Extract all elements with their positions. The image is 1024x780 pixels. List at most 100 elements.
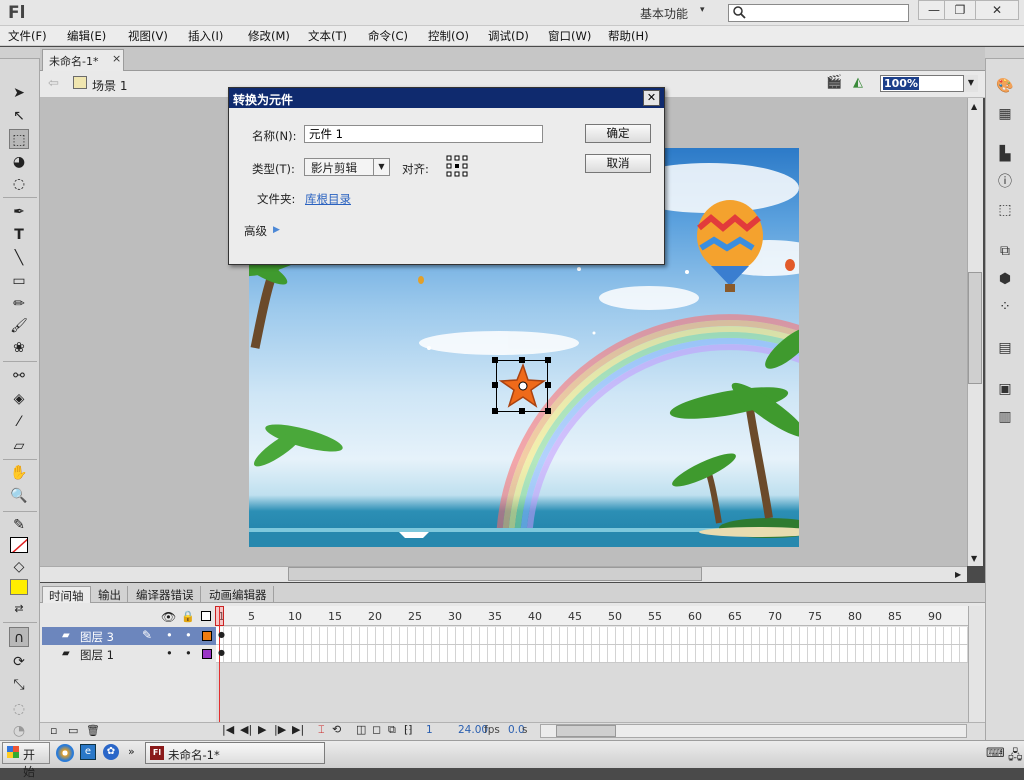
ok-button[interactable]: 确定 [585, 124, 651, 143]
advanced-toggle[interactable]: 高级 [244, 223, 267, 239]
edit-symbols-icon[interactable]: ◭ [853, 75, 863, 90]
pen-tool-icon[interactable]: ✒ [9, 202, 29, 222]
loop-icon[interactable]: ⟲ [332, 723, 341, 736]
eyedropper-tool-icon[interactable]: ⁄ [9, 412, 29, 432]
text-tool-icon[interactable]: T [9, 225, 29, 245]
info-panel-icon[interactable]: ⓘ [995, 172, 1015, 192]
browser-icon[interactable]: e [80, 744, 96, 760]
media-player-icon[interactable] [56, 744, 74, 762]
layer-row[interactable]: ▰ 图层 1 • • [42, 645, 216, 663]
transform-handle[interactable] [545, 408, 551, 414]
quick-launch-overflow-icon[interactable]: » [128, 745, 135, 758]
timeline-vertical-scrollbar[interactable] [968, 606, 984, 722]
next-frame-icon[interactable]: |▶ [274, 723, 286, 736]
network-tray-icon[interactable]: 🖧 [1008, 746, 1023, 768]
hand-tool-icon[interactable]: ✋ [9, 463, 29, 483]
settings-icon[interactable]: ✿ [103, 744, 119, 760]
layer-name[interactable]: 图层 3 [80, 629, 114, 645]
tab-compiler-errors[interactable]: 编译器错误 [130, 586, 201, 603]
scroll-up-icon[interactable]: ▲ [971, 102, 977, 111]
panel-collapse-bar[interactable] [985, 47, 1024, 59]
eraser-tool-icon[interactable]: ▱ [9, 436, 29, 456]
edit-scene-icon[interactable]: 🎬 [826, 75, 842, 90]
paint-bucket-tool-icon[interactable]: ◈ [9, 389, 29, 409]
keyframe-dot[interactable]: ● [218, 648, 225, 657]
transform-handle[interactable] [492, 382, 498, 388]
swatches-panel-icon[interactable]: ▦ [995, 104, 1015, 124]
menu-file[interactable]: 文件(F) [8, 28, 47, 44]
onion-outlines-icon[interactable]: ◻ [372, 723, 381, 736]
dialog-close-button[interactable]: ✕ [643, 90, 660, 106]
menu-view[interactable]: 视图(V) [128, 28, 168, 44]
bone-tool-icon[interactable]: ⚯ [9, 366, 29, 386]
scale-option-icon[interactable]: ⤡ [9, 675, 29, 695]
new-layer-icon[interactable]: ▫ [50, 724, 57, 737]
transform-handle[interactable] [519, 408, 525, 414]
keyboard-tray-icon[interactable]: ⌨ [986, 746, 1005, 761]
lock-layers-icon[interactable]: 🔒 [181, 610, 195, 623]
center-frame-icon[interactable]: ⌶ [318, 723, 325, 737]
last-frame-icon[interactable]: ▶| [292, 723, 304, 736]
help-search-input[interactable] [749, 5, 899, 21]
chevron-down-icon[interactable]: ▾ [700, 5, 705, 15]
close-window-button[interactable]: ✕ [975, 0, 1019, 20]
layer-name[interactable]: 图层 1 [80, 647, 114, 663]
workspace-switcher[interactable]: 基本功能 [640, 5, 688, 22]
3d-rotation-tool-icon[interactable]: ◕ [9, 152, 29, 172]
free-transform-tool-icon[interactable]: ⬚ [9, 129, 29, 149]
rotate-option-icon[interactable]: ⟳ [9, 652, 29, 672]
keyframe-dot[interactable]: ● [218, 630, 225, 639]
close-tab-icon[interactable]: × [112, 52, 121, 65]
transform-handle[interactable] [545, 357, 551, 363]
taskbar-flash-window[interactable]: Fl 未命名-1* [145, 742, 325, 764]
motion-presets-icon[interactable]: ⁘ [995, 297, 1015, 317]
toolbar-collapse-bar[interactable] [0, 47, 40, 59]
snap-to-objects-icon[interactable]: ∩ [9, 627, 29, 647]
first-frame-icon[interactable]: |◀ [222, 723, 234, 736]
library-root-link[interactable]: 库根目录 [305, 191, 351, 207]
zoom-value[interactable]: 100% [883, 77, 919, 90]
scene-name[interactable]: 场景 1 [92, 77, 127, 94]
help-search-box[interactable] [728, 4, 909, 22]
prev-frame-icon[interactable]: ◀| [240, 723, 252, 736]
menu-text[interactable]: 文本(T) [308, 28, 347, 44]
menu-insert[interactable]: 插入(I) [188, 28, 223, 44]
chevron-down-icon[interactable]: ▼ [373, 159, 389, 175]
transform-handle[interactable] [492, 357, 498, 363]
zoom-tool-icon[interactable]: 🔍 [9, 486, 29, 506]
fill-color-icon[interactable]: ◇ [9, 557, 29, 577]
vertical-scroll-thumb[interactable] [968, 272, 982, 384]
timeline-scroll-thumb[interactable] [556, 725, 616, 737]
library-panel-icon[interactable]: ⬢ [995, 269, 1015, 289]
scroll-right-icon[interactable]: ▶ [955, 570, 961, 579]
transform-panel-icon[interactable]: ⬚ [995, 200, 1015, 220]
menu-commands[interactable]: 命令(C) [368, 28, 408, 44]
actions-panel-icon[interactable]: ▥ [995, 407, 1015, 427]
rectangle-tool-icon[interactable]: ▭ [9, 271, 29, 291]
tab-motion-editor[interactable]: 动画编辑器 [203, 586, 274, 603]
deco-tool-icon[interactable]: ❀ [9, 338, 29, 358]
edit-multiple-frames-icon[interactable]: ⧉ [388, 723, 396, 737]
transform-handle[interactable] [545, 382, 551, 388]
back-arrow-icon[interactable]: ⇦ [48, 76, 59, 91]
swap-colors-icon[interactable]: ⇄ [9, 599, 29, 619]
new-folder-icon[interactable]: ▭ [68, 724, 78, 737]
menu-debug[interactable]: 调试(D) [488, 28, 529, 44]
transform-handle[interactable] [492, 408, 498, 414]
selected-starfish-object[interactable] [496, 360, 548, 412]
visibility-dot[interactable]: • [166, 628, 173, 642]
transform-handle[interactable] [519, 357, 525, 363]
menu-help[interactable]: 帮助(H) [608, 28, 649, 44]
selection-tool-icon[interactable]: ➤ [9, 83, 29, 103]
symbol-name-input[interactable] [304, 125, 543, 143]
registration-grid-icon[interactable] [446, 155, 468, 177]
fill-color-swatch[interactable] [10, 579, 28, 595]
layer-frames[interactable] [216, 627, 968, 645]
pencil-tool-icon[interactable]: ✏ [9, 294, 29, 314]
play-icon[interactable]: ▶ [258, 723, 266, 736]
horizontal-scroll-thumb[interactable] [288, 567, 702, 581]
cancel-button[interactable]: 取消 [585, 154, 651, 173]
tab-output[interactable]: 输出 [92, 586, 128, 603]
menu-edit[interactable]: 编辑(E) [67, 28, 106, 44]
layer-outline-color[interactable] [202, 631, 212, 641]
